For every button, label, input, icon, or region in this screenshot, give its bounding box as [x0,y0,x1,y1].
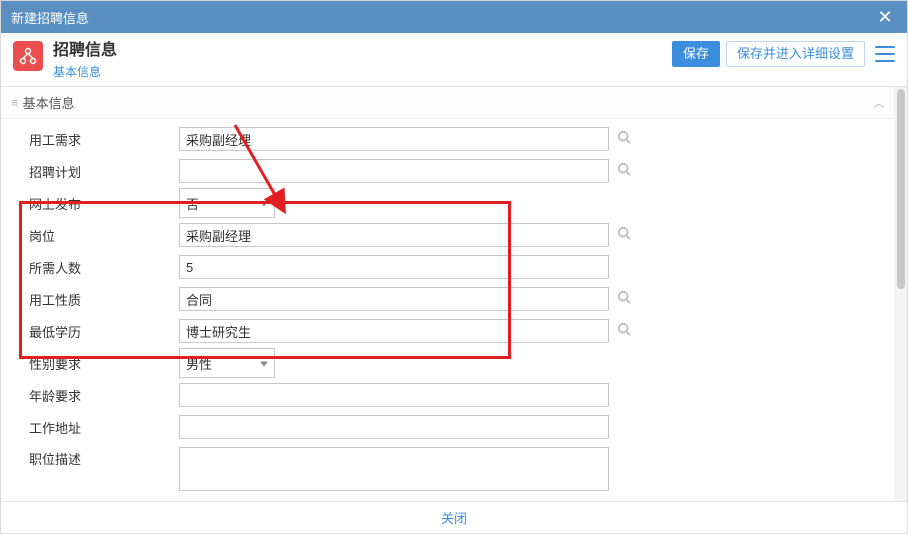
search-icon[interactable] [609,322,639,340]
dialog-window: 新建招聘信息 ✕ 招聘信息 基本信息 保存 保存并进入详细设置 [0,0,908,534]
select-gender-req-value: 男性 [186,354,212,373]
chevron-down-icon [260,202,268,207]
scrollbar-thumb[interactable] [897,89,905,289]
search-icon[interactable] [609,290,639,308]
input-hiring-plan[interactable] [179,159,609,183]
select-online-publish[interactable]: 否 [179,188,275,218]
label-work-address: 工作地址 [29,418,179,437]
search-icon[interactable] [609,130,639,148]
input-min-education[interactable] [179,319,609,343]
label-position: 岗位 [29,226,179,245]
input-work-address[interactable] [179,415,609,439]
section-title: 基本信息 [23,93,75,112]
label-headcount: 所需人数 [29,258,179,277]
list-icon[interactable] [875,46,895,62]
vertical-scrollbar[interactable] [894,87,907,501]
chevron-icon: ︿ [873,94,885,111]
label-job-desc: 职位描述 [29,447,179,468]
label-hiring-plan: 招聘计划 [29,162,179,181]
window-title: 新建招聘信息 [11,8,89,27]
input-age-req[interactable] [179,383,609,407]
section-header-basic[interactable]: ≡ 基本信息 ︿ [1,87,895,119]
grip-icon: ≡ [11,95,17,110]
textarea-job-desc[interactable] [179,447,609,491]
close-icon[interactable]: ✕ [873,7,897,28]
close-button[interactable]: 关闭 [441,511,467,526]
dialog-footer: 关闭 [1,501,907,533]
search-icon[interactable] [609,226,639,244]
title-bar: 新建招聘信息 ✕ [1,1,907,33]
select-gender-req[interactable]: 男性 [179,348,275,378]
form-body: ≡ 基本信息 ︿ 用工需求 招聘计划 [1,87,907,501]
page-header: 招聘信息 基本信息 保存 保存并进入详细设置 [1,33,907,87]
label-gender-req: 性别要求 [29,354,179,373]
label-online-publish: 网上发布 [29,194,179,213]
input-labor-type[interactable] [179,287,609,311]
label-age-req: 年龄要求 [29,386,179,405]
page-title: 招聘信息 [53,41,117,61]
save-button[interactable]: 保存 [672,41,720,67]
chevron-down-icon [260,362,268,367]
save-detail-button[interactable]: 保存并进入详细设置 [726,41,865,67]
module-icon [13,41,43,71]
input-position[interactable] [179,223,609,247]
input-headcount[interactable] [179,255,609,279]
label-labor-demand: 用工需求 [29,130,179,149]
search-icon[interactable] [609,162,639,180]
select-online-publish-value: 否 [186,194,199,213]
tab-basic-info[interactable]: 基本信息 [53,63,117,80]
label-labor-type: 用工性质 [29,290,179,309]
input-labor-demand[interactable] [179,127,609,151]
label-min-education: 最低学历 [29,322,179,341]
